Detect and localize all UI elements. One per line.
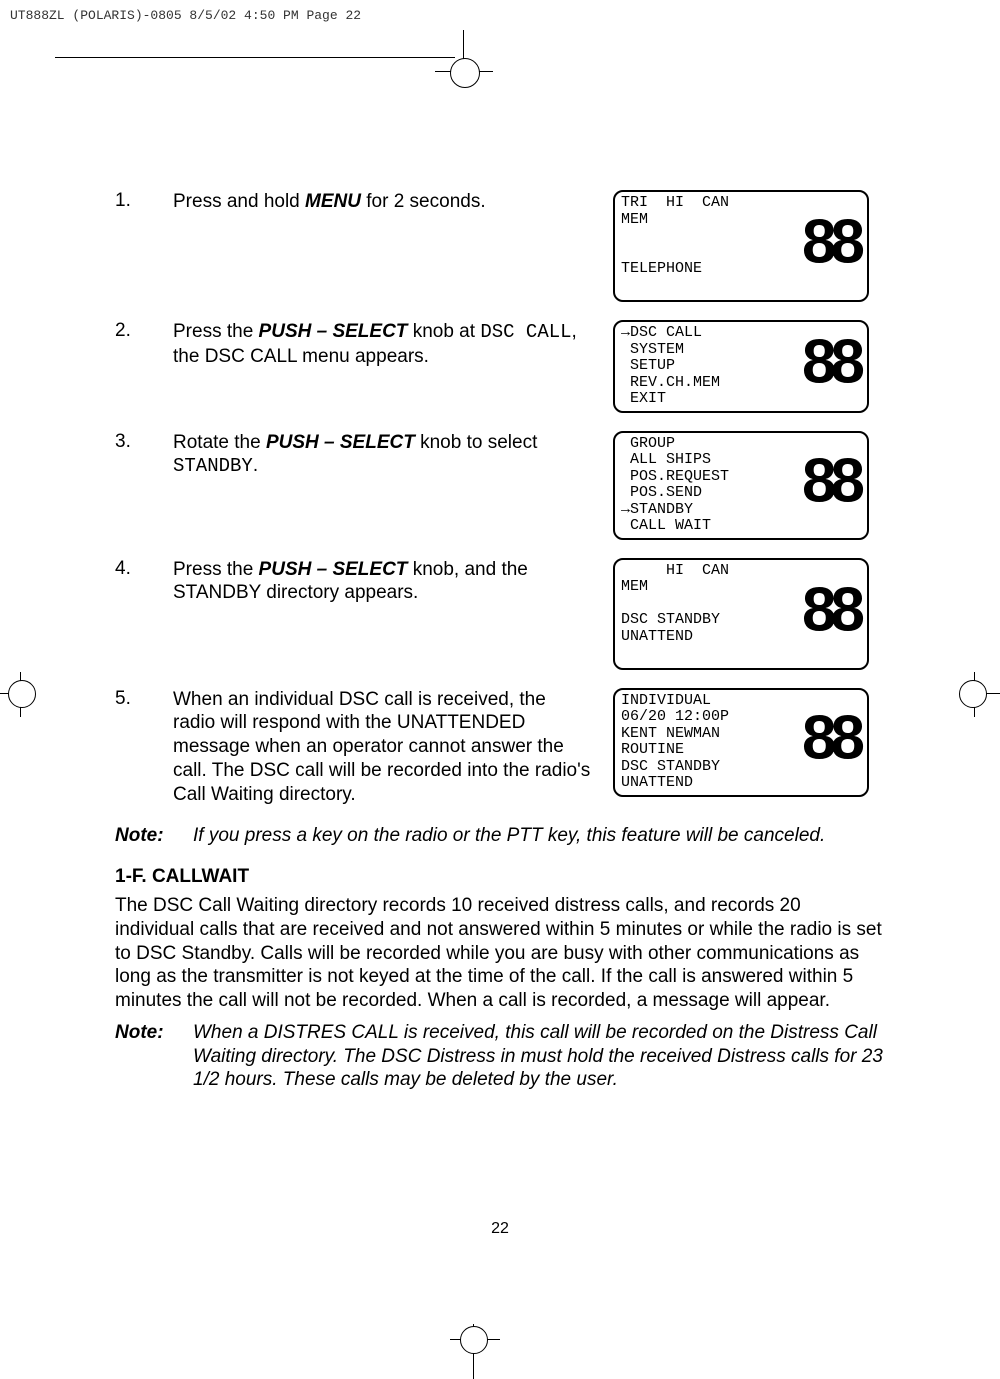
channel-88: 88 (802, 329, 859, 397)
step-number: 5. (115, 688, 153, 710)
step-text: Press the PUSH – SELECT knob, and the ST… (173, 558, 593, 606)
lcd-text: TRI HI CAN MEM TELEPHONE (621, 195, 729, 278)
lcd-screen: GROUP ALL SHIPS POS.REQUEST POS.SEND →ST… (613, 431, 869, 540)
step-row: 2. Press the PUSH – SELECT knob at DSC C… (115, 320, 885, 413)
header-text: UT888ZL (POLARIS)-0805 8/5/02 4:50 PM Pa… (10, 8, 361, 23)
crop-mark-top (435, 30, 495, 90)
note-label: Note: (115, 824, 175, 848)
lcd-screen: TRI HI CAN MEM TELEPHONE 88 (613, 190, 869, 302)
step-number: 4. (115, 558, 153, 580)
step-number: 1. (115, 190, 153, 212)
step-text: Press and hold MENU for 2 seconds. (173, 190, 593, 214)
channel-88: 88 (802, 704, 859, 772)
section-paragraph: The DSC Call Waiting directory records 1… (115, 894, 885, 1013)
lcd-text: INDIVIDUAL 06/20 12:00P KENT NEWMAN ROUT… (621, 693, 729, 792)
lcd-screen: HI CAN MEM DSC STANDBY UNATTEND 88 (613, 558, 869, 670)
doc-header: UT888ZL (POLARIS)-0805 8/5/02 4:50 PM Pa… (10, 8, 361, 23)
step-row: 3. Rotate the PUSH – SELECT knob to sele… (115, 431, 885, 540)
step-text: Rotate the PUSH – SELECT knob to select … (173, 431, 593, 480)
lcd-text: HI CAN MEM DSC STANDBY UNATTEND (621, 563, 729, 646)
step-row: 5. When an individual DSC call is receiv… (115, 688, 885, 807)
channel-88: 88 (802, 447, 859, 515)
lcd-text: →DSC CALL SYSTEM SETUP REV.CH.MEM EXIT (621, 325, 720, 408)
step-text: When an individual DSC call is received,… (173, 688, 593, 807)
note-label: Note: (115, 1021, 175, 1092)
step-number: 2. (115, 320, 153, 342)
page-content: 1. Press and hold MENU for 2 seconds. TR… (115, 190, 885, 1092)
lcd-screen: INDIVIDUAL 06/20 12:00P KENT NEWMAN ROUT… (613, 688, 869, 797)
section-title: 1-F. CALLWAIT (115, 866, 885, 888)
step-row: 4. Press the PUSH – SELECT knob, and the… (115, 558, 885, 670)
lcd-screen: →DSC CALL SYSTEM SETUP REV.CH.MEM EXIT 8… (613, 320, 869, 413)
note-text: If you press a key on the radio or the P… (193, 824, 885, 848)
step-row: 1. Press and hold MENU for 2 seconds. TR… (115, 190, 885, 302)
step-number: 3. (115, 431, 153, 453)
page-number: 22 (0, 1220, 1000, 1238)
note-text: When a DISTRES CALL is received, this ca… (193, 1021, 885, 1092)
note: Note: When a DISTRES CALL is received, t… (115, 1021, 885, 1092)
channel-88: 88 (802, 208, 859, 276)
channel-88: 88 (802, 576, 859, 644)
note: Note: If you press a key on the radio or… (115, 824, 885, 848)
lcd-text: GROUP ALL SHIPS POS.REQUEST POS.SEND →ST… (621, 436, 729, 535)
step-text: Press the PUSH – SELECT knob at DSC CALL… (173, 320, 593, 369)
